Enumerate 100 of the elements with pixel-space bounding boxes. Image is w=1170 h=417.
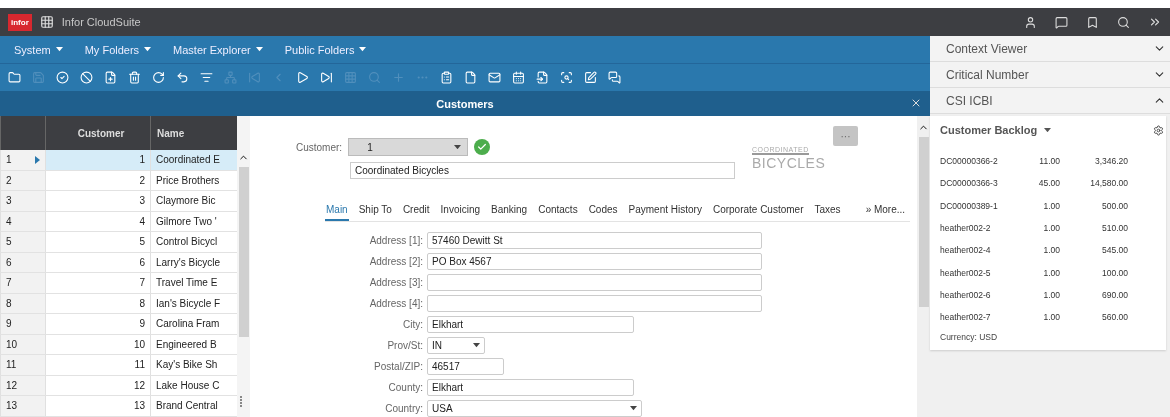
check-circle-icon[interactable] bbox=[56, 71, 69, 84]
table-cell-text: heather002-4 bbox=[940, 245, 992, 256]
input-field[interactable]: Elkhart bbox=[427, 316, 634, 333]
trash-icon[interactable] bbox=[128, 71, 141, 84]
grid-row[interactable]: 3 3 Claymore Bic bbox=[0, 191, 237, 212]
last-record-icon[interactable] bbox=[320, 71, 333, 84]
scrollbar-thumb[interactable] bbox=[918, 137, 929, 307]
table-cell: 13 bbox=[45, 396, 150, 416]
select-field[interactable]: IN bbox=[427, 337, 485, 354]
row-number: 11 bbox=[0, 355, 45, 375]
currency-text: Currency: USD bbox=[940, 332, 999, 343]
grid-row[interactable]: 1 1 Coordinated E bbox=[0, 150, 237, 171]
search-list-icon[interactable] bbox=[560, 71, 573, 84]
table-cell: 9 bbox=[45, 314, 150, 334]
row-number: 8 bbox=[0, 293, 45, 313]
calendar-icon[interactable] bbox=[512, 71, 525, 84]
field-label: Customer: bbox=[296, 141, 343, 153]
table-cell: 3 bbox=[45, 191, 150, 211]
tab[interactable]: Ship To bbox=[357, 201, 393, 221]
chat-icon[interactable] bbox=[608, 71, 621, 84]
bookmark-icon[interactable] bbox=[1086, 15, 1099, 29]
table-cell-text: DC00000366-3 bbox=[940, 178, 999, 189]
input-field[interactable]: 57460 Dewitt St bbox=[427, 232, 762, 249]
tab[interactable]: Contacts bbox=[537, 201, 579, 221]
settings-icon[interactable] bbox=[1153, 124, 1164, 136]
field-label: Address [3]: bbox=[368, 277, 423, 288]
tab[interactable]: Payment History bbox=[627, 201, 703, 221]
folder-icon[interactable] bbox=[8, 71, 21, 84]
table-cell-text: 45.00 bbox=[1037, 178, 1060, 189]
input-field[interactable]: Elkhart bbox=[427, 379, 634, 396]
grid-row[interactable]: 6 6 Larry's Bicycle bbox=[0, 252, 237, 273]
table-cell: 4 bbox=[45, 211, 150, 231]
close-icon[interactable] bbox=[910, 97, 922, 109]
refresh-icon[interactable] bbox=[152, 71, 165, 84]
row-number: 5 bbox=[0, 232, 45, 252]
tab[interactable]: » More... bbox=[864, 201, 907, 221]
ban-icon[interactable] bbox=[80, 71, 93, 84]
user-icon[interactable] bbox=[1024, 15, 1037, 29]
table-cell-text: 560.00 bbox=[1101, 312, 1128, 323]
table-cell: 5 bbox=[45, 232, 150, 252]
table-cell-text: 690.00 bbox=[1101, 289, 1128, 300]
table-cell-text: heather002-2 bbox=[940, 223, 992, 234]
tab[interactable]: Banking bbox=[490, 201, 529, 221]
app-grid-icon[interactable] bbox=[39, 15, 54, 29]
customer-select[interactable]: 1 bbox=[348, 138, 469, 156]
input-field[interactable]: Coordinated Bicycles bbox=[350, 162, 735, 179]
grid-row[interactable]: 13 13 Brand Central bbox=[0, 396, 237, 417]
file-import-icon[interactable] bbox=[536, 71, 549, 84]
field-label: Country: bbox=[384, 403, 423, 414]
grid-row[interactable]: 11 11 Kay's Bike Sh bbox=[0, 355, 237, 376]
grid-row[interactable]: 2 2 Price Brothers bbox=[0, 170, 237, 191]
tab[interactable]: Main bbox=[325, 201, 349, 221]
table-cell-text: 1.00 bbox=[1042, 267, 1060, 278]
menu-item[interactable]: Master Explorer bbox=[173, 43, 263, 56]
logo: infor bbox=[8, 13, 32, 31]
tab[interactable]: Credit bbox=[401, 201, 431, 221]
table-cell: 2 bbox=[45, 170, 150, 190]
grid-row[interactable]: 8 8 Ian's Bicycle F bbox=[0, 293, 237, 314]
select-field[interactable]: USA bbox=[427, 400, 642, 417]
tab[interactable]: Corporate Customer bbox=[711, 201, 805, 221]
table-cell-text: 545.00 bbox=[1101, 245, 1128, 256]
caret-icon bbox=[1044, 127, 1052, 133]
scrollbar-thumb[interactable] bbox=[238, 167, 249, 337]
table-cell-text: 1.00 bbox=[1042, 245, 1060, 256]
more-button[interactable]: ··· bbox=[833, 126, 858, 146]
menu-item[interactable]: Public Folders bbox=[284, 43, 367, 56]
input-field[interactable] bbox=[427, 295, 762, 312]
document-icon[interactable] bbox=[464, 71, 477, 84]
grid-row[interactable]: 10 10 Engineered B bbox=[0, 334, 237, 355]
tab[interactable]: Invoicing bbox=[439, 201, 482, 221]
input-field[interactable]: 46517 bbox=[427, 358, 504, 375]
expand-icon[interactable] bbox=[1148, 15, 1162, 29]
caret-icon bbox=[630, 406, 637, 411]
mail-icon[interactable] bbox=[488, 71, 501, 84]
grid-row[interactable]: 5 5 Control Bicycl bbox=[0, 232, 237, 253]
grid-row[interactable]: 4 4 Gilmore Two ' bbox=[0, 211, 237, 232]
tab[interactable]: Codes bbox=[587, 201, 619, 221]
input-field[interactable]: PO Box 4567 bbox=[427, 253, 762, 270]
filter-icon[interactable] bbox=[200, 71, 213, 84]
input-field[interactable] bbox=[427, 274, 762, 291]
message-icon[interactable] bbox=[1055, 15, 1068, 29]
table-cell: 11 bbox=[45, 355, 150, 375]
table-cell-text: heather002-5 bbox=[940, 267, 992, 278]
grid-row[interactable]: 9 9 Carolina Fram bbox=[0, 314, 237, 335]
tab[interactable]: Taxes bbox=[813, 201, 842, 221]
form-title: Customers bbox=[436, 97, 494, 110]
grid-row[interactable]: 12 12 Lake House C bbox=[0, 375, 237, 396]
file-plus-icon[interactable] bbox=[104, 71, 117, 84]
play-icon[interactable] bbox=[296, 71, 309, 84]
check-icon bbox=[474, 139, 491, 155]
table-cell-text: 14,580.00 bbox=[1089, 178, 1128, 189]
resize-grip-icon[interactable] bbox=[240, 396, 243, 407]
menu-item[interactable]: System bbox=[14, 43, 63, 56]
search-icon[interactable] bbox=[1117, 15, 1130, 29]
edit-icon[interactable] bbox=[584, 71, 597, 84]
menu-item[interactable]: My Folders bbox=[84, 43, 152, 56]
card-title[interactable]: Customer Backlog bbox=[940, 124, 1052, 136]
grid-row[interactable]: 7 7 Travel Time E bbox=[0, 273, 237, 294]
undo-icon[interactable] bbox=[176, 71, 189, 84]
clipboard-icon[interactable] bbox=[440, 71, 453, 84]
